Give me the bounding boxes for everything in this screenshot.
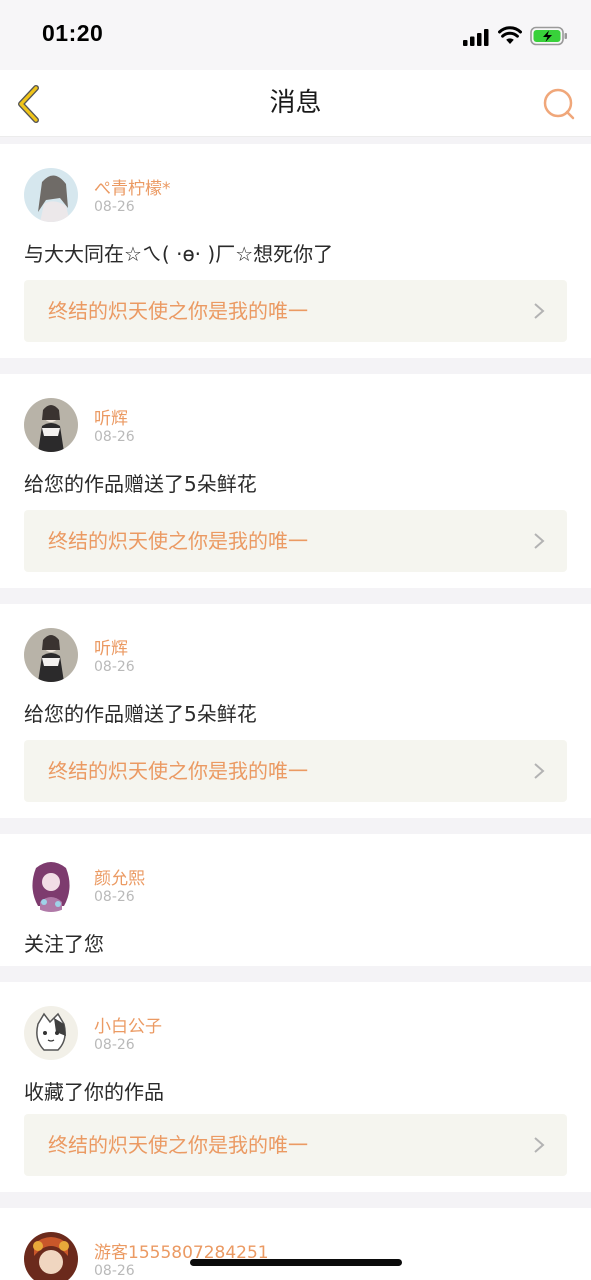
user-name[interactable]: 听辉 — [94, 634, 128, 659]
message-card[interactable]: 小白公子 08-26 收藏了你的作品 终结的炽天使之你是我的唯一 — [0, 982, 591, 1192]
message-text: 与大大同在☆ㄟ( ·ɵ· )厂☆想死你了 — [24, 242, 334, 266]
chevron-right-icon — [534, 303, 545, 319]
work-link[interactable]: 终结的炽天使之你是我的唯一 — [24, 740, 567, 802]
message-date: 08-26 — [94, 1037, 135, 1053]
message-text: 关注了您 — [24, 932, 104, 956]
message-card[interactable]: 听辉 08-26 给您的作品赠送了5朵鲜花 终结的炽天使之你是我的唯一 — [0, 374, 591, 588]
message-text: 给您的作品赠送了5朵鲜花 — [24, 702, 257, 726]
chevron-right-icon — [534, 1137, 545, 1153]
status-time: 01:20 — [42, 20, 104, 46]
message-date: 08-26 — [94, 1263, 135, 1279]
screen: 01:20 消息 ぺ青柠檬* 08-26 与大大同在☆ㄟ(·ɵ·)厂☆想死你… — [0, 0, 591, 1280]
search-icon[interactable] — [542, 87, 576, 121]
message-card[interactable]: 颜允熙 08-26 关注了您 — [0, 834, 591, 966]
user-avatar[interactable] — [24, 1232, 78, 1280]
user-avatar[interactable] — [24, 168, 78, 222]
signal-icon — [463, 29, 489, 46]
status-bar: 01:20 — [0, 0, 591, 70]
message-text: 给您的作品赠送了5朵鲜花 — [24, 472, 257, 496]
wifi-icon — [498, 26, 522, 44]
battery-charging-icon — [530, 26, 567, 46]
work-link[interactable]: 终结的炽天使之你是我的唯一 — [24, 1114, 567, 1176]
message-card[interactable]: 游客1555807284251 08-26 — [0, 1208, 591, 1280]
chevron-right-icon — [534, 533, 545, 549]
user-avatar[interactable] — [24, 1006, 78, 1060]
user-name[interactable]: ぺ青柠檬* — [94, 174, 171, 199]
work-title: 终结的炽天使之你是我的唯一 — [48, 529, 308, 553]
chevron-right-icon — [534, 763, 545, 779]
work-title: 终结的炽天使之你是我的唯一 — [48, 1133, 308, 1157]
page-title: 消息 — [269, 88, 322, 118]
message-text: 收藏了你的作品 — [24, 1080, 164, 1104]
user-avatar[interactable] — [24, 398, 78, 452]
message-date: 08-26 — [94, 889, 135, 905]
user-name[interactable]: 颜允熙 — [94, 864, 145, 889]
user-name[interactable]: 小白公子 — [94, 1012, 162, 1037]
user-avatar[interactable] — [24, 858, 78, 912]
work-title: 终结的炽天使之你是我的唯一 — [48, 759, 308, 783]
user-name[interactable]: 听辉 — [94, 404, 128, 429]
user-avatar[interactable] — [24, 628, 78, 682]
message-date: 08-26 — [94, 659, 135, 675]
home-indicator — [190, 1259, 402, 1266]
message-card[interactable]: 听辉 08-26 给您的作品赠送了5朵鲜花 终结的炽天使之你是我的唯一 — [0, 604, 591, 818]
work-link[interactable]: 终结的炽天使之你是我的唯一 — [24, 510, 567, 572]
work-link[interactable]: 终结的炽天使之你是我的唯一 — [24, 280, 567, 342]
message-date: 08-26 — [94, 429, 135, 445]
nav-bar: 消息 — [0, 70, 591, 137]
message-date: 08-26 — [94, 199, 135, 215]
work-title: 终结的炽天使之你是我的唯一 — [48, 299, 308, 323]
message-card[interactable]: ぺ青柠檬* 08-26 与大大同在☆ㄟ( ·ɵ· )厂☆想死你了 终结的炽天使之… — [0, 144, 591, 358]
